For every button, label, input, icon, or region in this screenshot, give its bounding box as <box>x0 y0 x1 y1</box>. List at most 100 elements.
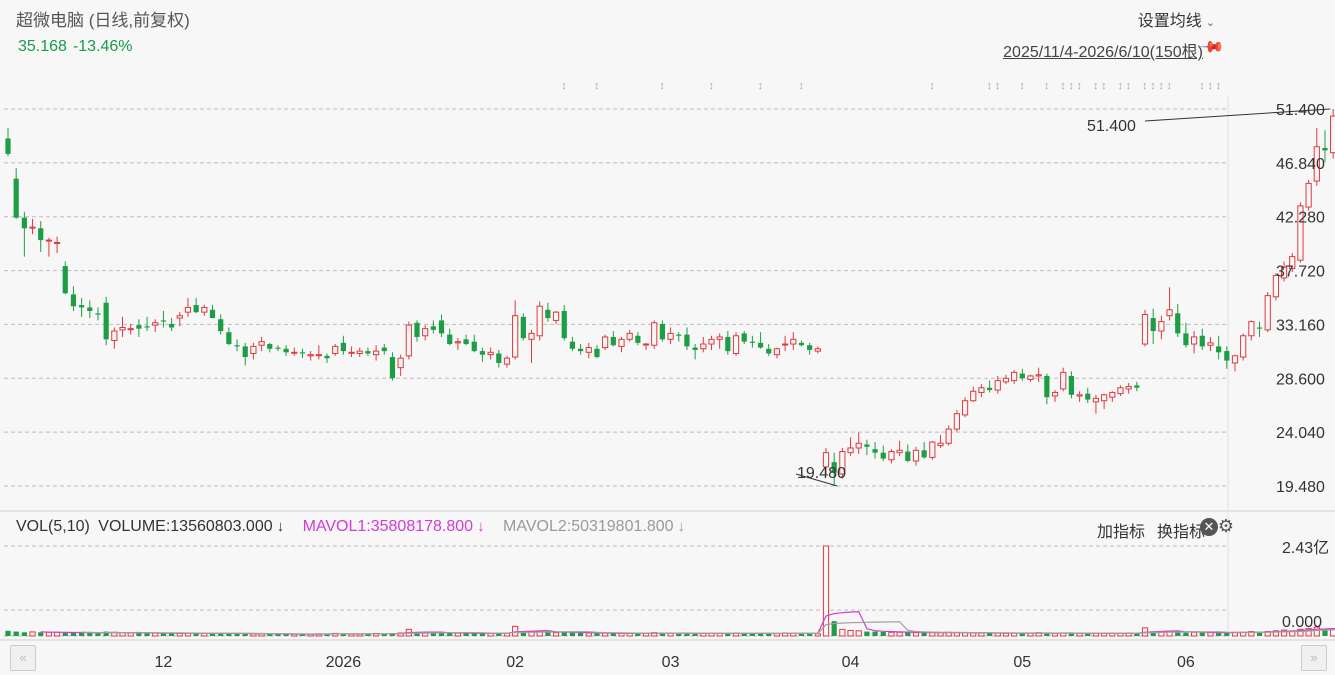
switch-indicator-button[interactable]: 换指标 <box>1157 518 1205 542</box>
event-marker-icon: ↕ <box>1150 80 1156 92</box>
volume-grid <box>4 545 1228 637</box>
volume-bar <box>447 633 453 636</box>
volume-bar <box>70 632 77 636</box>
candle-body <box>463 339 469 345</box>
candle-body <box>1011 371 1018 382</box>
candle-body <box>790 338 797 345</box>
volume-bar <box>888 631 895 637</box>
candle-body <box>1240 335 1247 358</box>
candle-body <box>160 320 167 322</box>
volume-indicator-label: VOL(5,10) <box>16 518 90 535</box>
candle-body <box>635 335 641 343</box>
candle-body <box>1256 327 1263 329</box>
candle-body <box>782 343 789 346</box>
event-marker-icon: ↕ <box>987 80 993 92</box>
event-marker-icon: ↕ <box>1199 80 1205 92</box>
candle-body <box>1051 391 1059 397</box>
candle-body <box>536 305 543 337</box>
candlestick-chart[interactable]: ↕ ↕ ↕ ↕ ↕ ↕ ↕ ↕ ↕ ↕ ↕ ↕ ↕ ↕ ↕ ↕ ↕ ↕ ↕ ↕ ↕ ↕ ↕ ↕ ↕ 51.40046.84042… <box>0 0 1335 675</box>
candle-body <box>430 326 436 330</box>
event-marker-icon: ↕ <box>995 80 1001 92</box>
candle-body <box>807 345 813 350</box>
candle-body <box>1231 355 1239 364</box>
volume-bar <box>578 633 584 636</box>
high-annotation: 51.400 <box>1087 118 1136 135</box>
scroll-left-button[interactable]: « <box>10 645 36 671</box>
event-marker-icon: ↕ <box>798 80 804 92</box>
candle-body <box>1141 314 1149 345</box>
event-marker-icon: ↕ <box>1207 80 1213 92</box>
gear-icon[interactable]: ⚙ <box>1218 516 1234 537</box>
candle-body <box>1101 394 1108 402</box>
add-indicator-button[interactable]: 加指标 <box>1097 518 1145 542</box>
price-tick-label: 19.480 <box>1276 479 1325 496</box>
volume-bar <box>127 632 134 637</box>
candle-body <box>291 351 298 354</box>
event-marker-icon: ↕ <box>1060 80 1066 92</box>
volume-bar <box>552 632 560 637</box>
volume-bar <box>160 633 167 636</box>
time-tick-label: 12 <box>155 654 173 671</box>
volume-bar <box>880 631 886 636</box>
volume-bar <box>144 633 150 636</box>
candle-body <box>127 328 134 331</box>
candle-body <box>38 228 44 241</box>
candle-body <box>21 217 27 229</box>
candle-body <box>299 352 306 354</box>
arrow-down-icon: ↓ <box>276 518 285 535</box>
candle-body <box>1002 377 1010 383</box>
candle-body <box>348 351 355 354</box>
event-marker-icon: ↕ <box>1167 80 1173 92</box>
candle-body <box>987 387 993 391</box>
event-marker-icon: ↕ <box>1077 80 1083 92</box>
candle-body <box>594 348 600 358</box>
candle-body <box>144 326 150 328</box>
candle-body <box>585 347 592 353</box>
volume-bar <box>1183 632 1189 636</box>
volume-bar <box>5 630 11 636</box>
candle-body <box>70 294 77 307</box>
candle-body <box>176 315 183 319</box>
candle-body <box>201 306 208 313</box>
volume-y-max: 2.43亿 <box>1282 539 1329 557</box>
candle-body <box>528 332 535 340</box>
candle-body <box>855 442 862 449</box>
candle-body <box>552 311 560 321</box>
candle-body <box>397 357 404 369</box>
event-marker-icon: ↕ <box>1019 80 1025 92</box>
low-annotation: 19.480 <box>797 465 846 482</box>
candle-body <box>1166 309 1173 317</box>
volume-bar <box>864 631 870 636</box>
price-tick-label: 28.600 <box>1276 371 1325 388</box>
candle-body <box>365 351 371 354</box>
arrow-down-icon: ↓ <box>477 518 485 535</box>
volume-bar <box>978 632 985 637</box>
annotations: 51.400 19.480 <box>795 108 1331 487</box>
candle-body <box>1085 393 1091 400</box>
candle-body <box>1117 387 1124 395</box>
close-icon[interactable]: ✕ <box>1200 518 1218 536</box>
price-axis: 51.40046.84042.28037.72033.16028.60024.0… <box>1276 102 1325 496</box>
volume-bar <box>847 629 854 637</box>
price-tick-label: 37.720 <box>1276 264 1325 281</box>
scroll-right-button[interactable]: » <box>1301 645 1327 671</box>
candle-body <box>692 347 698 350</box>
candle-body <box>1044 375 1050 398</box>
volume-bar <box>136 633 142 636</box>
candle-body <box>1109 391 1116 398</box>
candle-body <box>1027 375 1034 380</box>
volume-bar <box>569 632 576 636</box>
volume-bar <box>839 628 846 637</box>
candles-layer <box>5 109 1335 486</box>
candle-body <box>716 336 723 340</box>
price-grid <box>0 95 1335 641</box>
candle-body <box>136 325 142 329</box>
event-marker-icon: ↕ <box>929 80 935 92</box>
candle-body <box>569 341 576 349</box>
volume-bar <box>512 625 519 637</box>
candle-body <box>1076 394 1083 397</box>
event-marker-icon: ↕ <box>1101 80 1107 92</box>
candle-body <box>152 322 159 326</box>
candle-body <box>373 350 380 356</box>
candle-body <box>307 354 314 357</box>
